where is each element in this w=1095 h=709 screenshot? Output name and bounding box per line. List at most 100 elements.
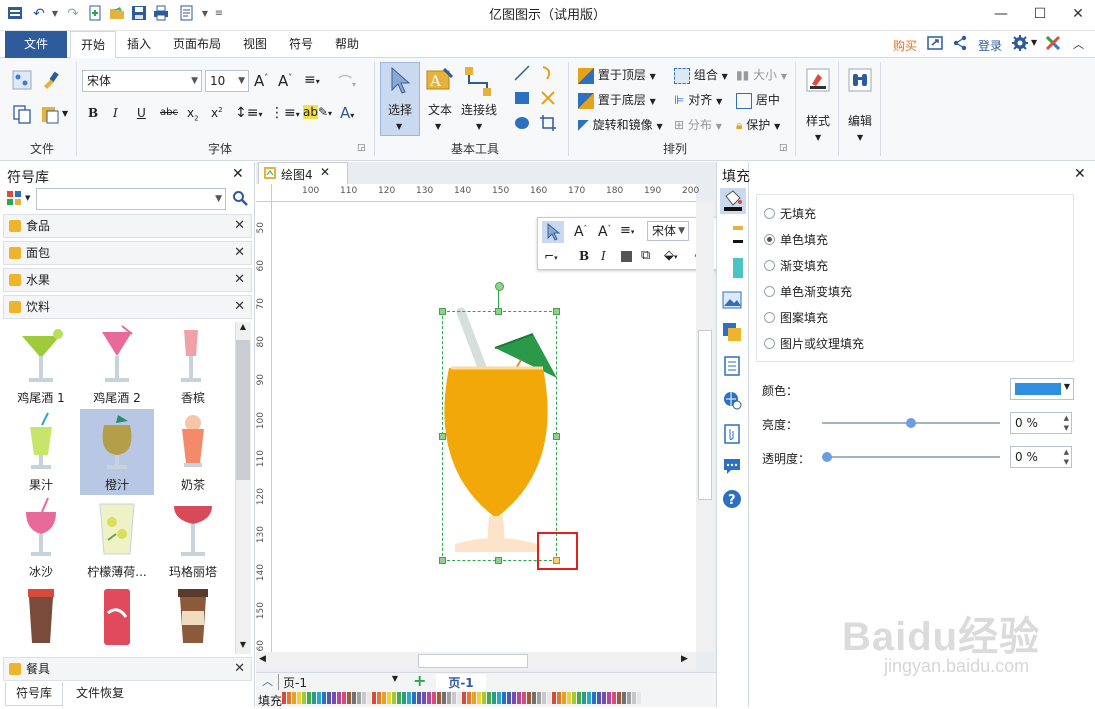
rotate-mirror-button[interactable]: ◤ 旋转和镜像 ▼ — [578, 116, 663, 133]
page-collapse-icon[interactable]: ︿ — [262, 673, 273, 689]
palette-swatch[interactable] — [327, 692, 331, 704]
transparency-slider-knob[interactable] — [822, 452, 832, 462]
paste-dropdown-icon[interactable]: ▼ — [62, 109, 68, 118]
close-document-icon[interactable]: ✕ — [320, 165, 330, 179]
line-tab-icon[interactable] — [733, 224, 743, 248]
text-highlight-icon[interactable]: ab✎▾ — [303, 105, 332, 119]
shrink-font-icon[interactable]: A˅ — [278, 72, 292, 90]
page-tab[interactable]: 页-1 — [436, 674, 486, 691]
symbol-juice[interactable]: 果汁 — [4, 409, 78, 495]
protect-button[interactable]: 🔒︎ 保护 ▼ — [736, 116, 780, 133]
add-page-icon[interactable]: + — [413, 671, 426, 690]
palette-swatch[interactable] — [282, 692, 286, 704]
font-name-select[interactable]: 宋体 ▼ — [82, 70, 202, 92]
tab-view[interactable]: 视图 — [233, 31, 277, 58]
float-fill-icon[interactable] — [621, 251, 632, 262]
rectangle-tool-icon[interactable] — [513, 89, 531, 110]
new-file-icon[interactable] — [86, 5, 104, 23]
settings-gear-icon[interactable] — [1012, 35, 1028, 54]
rotation-handle[interactable] — [495, 282, 504, 291]
palette-swatch[interactable] — [332, 692, 336, 704]
palette-swatch[interactable] — [467, 692, 471, 704]
float-font-select[interactable]: 宋体 ▼ — [647, 221, 689, 241]
palette-swatch[interactable] — [637, 692, 641, 704]
palette-swatch[interactable] — [427, 692, 431, 704]
color-palette-strip[interactable] — [282, 692, 641, 704]
category-drinks[interactable]: 饮料 ✕ — [3, 295, 252, 319]
redo-icon[interactable]: ↷ — [64, 5, 82, 23]
palette-swatch[interactable] — [607, 692, 611, 704]
undo-dropdown-icon[interactable]: ▼ — [46, 5, 64, 23]
select-dropdown-icon[interactable]: ▼ — [396, 122, 402, 131]
search-icon[interactable] — [232, 190, 248, 209]
palette-swatch[interactable] — [572, 692, 576, 704]
palette-swatch[interactable] — [582, 692, 586, 704]
fill-tab-icon[interactable] — [720, 188, 746, 214]
italic-button[interactable]: I — [113, 106, 118, 120]
save-icon[interactable] — [130, 5, 148, 23]
category-fruit[interactable]: 水果 ✕ — [3, 268, 252, 292]
app-menu-icon[interactable] — [6, 5, 24, 23]
palette-swatch[interactable] — [402, 692, 406, 704]
float-connector-icon[interactable]: ⌐▾ — [544, 249, 558, 263]
category-bread[interactable]: 面包 ✕ — [3, 241, 252, 265]
tab-symbol-library[interactable]: 符号库 — [5, 682, 63, 706]
binoculars-icon[interactable] — [848, 68, 872, 95]
close-window-button[interactable]: ✕ — [1066, 4, 1090, 24]
connector-tool-icon[interactable] — [464, 64, 494, 99]
style-icon[interactable] — [806, 68, 830, 95]
text-tool-label[interactable]: 文本 — [428, 101, 452, 118]
group-button[interactable]: 组合 ▼ — [674, 66, 728, 84]
palette-swatch[interactable] — [492, 692, 496, 704]
attachment-tab-icon[interactable] — [722, 424, 742, 447]
library-search-input[interactable]: ▼ — [36, 188, 226, 210]
palette-swatch[interactable] — [512, 692, 516, 704]
palette-swatch[interactable] — [447, 692, 451, 704]
float-grow-font-icon[interactable]: A˄ — [574, 224, 587, 240]
bold-button[interactable]: B — [88, 106, 98, 120]
symbol-margarita[interactable]: 玛格丽塔 — [156, 496, 230, 582]
palette-swatch[interactable] — [317, 692, 321, 704]
edit-dropdown-icon[interactable]: ▼ — [857, 133, 863, 142]
palette-swatch[interactable] — [297, 692, 301, 704]
fill-option-radio[interactable]: 图片或纹理填充 — [764, 335, 864, 352]
palette-swatch[interactable] — [502, 692, 506, 704]
palette-swatch[interactable] — [517, 692, 521, 704]
resize-handle-s[interactable] — [495, 557, 502, 564]
arc-tool-icon[interactable] — [539, 64, 557, 85]
palette-swatch[interactable] — [552, 692, 556, 704]
line-tool-icon[interactable] — [513, 64, 531, 85]
palette-swatch[interactable] — [627, 692, 631, 704]
paste-icon[interactable] — [40, 104, 60, 124]
image-tab-icon[interactable] — [722, 290, 742, 313]
fill-option-radio[interactable]: 图案填充 — [764, 309, 828, 326]
palette-swatch[interactable] — [342, 692, 346, 704]
font-dialog-launcher-icon[interactable]: ◲ — [357, 143, 366, 153]
login-link[interactable]: 登录 — [978, 37, 1002, 54]
palette-swatch[interactable] — [457, 692, 461, 704]
float-bold-button[interactable]: B — [579, 249, 589, 263]
page-select[interactable]: 页-1 ▼ — [278, 674, 400, 690]
resize-handle-n[interactable] — [495, 308, 502, 315]
tab-file[interactable]: 文件 — [5, 31, 67, 58]
brush-icon[interactable] — [40, 70, 60, 90]
float-select-icon[interactable] — [542, 221, 564, 243]
close-fill-panel-icon[interactable]: ✕ — [1074, 166, 1086, 182]
size-button[interactable]: ▮▮ 大小 ▼ — [736, 66, 787, 83]
palette-swatch[interactable] — [392, 692, 396, 704]
palette-swatch[interactable] — [432, 692, 436, 704]
palette-swatch[interactable] — [387, 692, 391, 704]
symbol-orange-juice[interactable]: 橙汁 — [80, 409, 154, 495]
text-tool-icon[interactable]: A — [426, 66, 454, 95]
palette-swatch[interactable] — [632, 692, 636, 704]
send-to-back-button[interactable]: 置于底层 ▼ — [578, 91, 656, 109]
superscript-button[interactable]: x2 — [211, 106, 223, 120]
style-dropdown-icon[interactable]: ▼ — [815, 133, 821, 142]
tab-help[interactable]: 帮助 — [325, 31, 369, 58]
tab-symbol[interactable]: 符号 — [279, 31, 323, 58]
palette-swatch[interactable] — [487, 692, 491, 704]
print-icon[interactable] — [152, 5, 170, 23]
tab-page-layout[interactable]: 页面布局 — [163, 31, 231, 58]
palette-swatch[interactable] — [592, 692, 596, 704]
palette-swatch[interactable] — [477, 692, 481, 704]
